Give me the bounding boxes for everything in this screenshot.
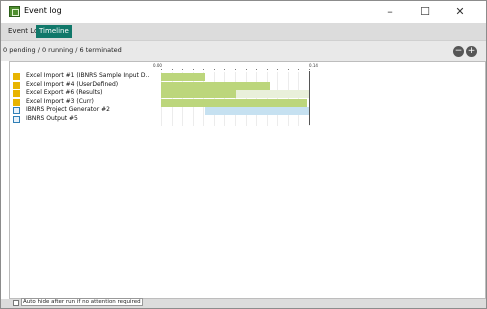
auto-hide-label[interactable]: Auto hide after run if no attention requ…: [21, 298, 143, 306]
footer-bar: Auto hide after run if no attention requ…: [1, 298, 486, 308]
timeline-bar[interactable]: [161, 90, 237, 98]
tick-label-end: 0.14: [309, 63, 318, 68]
tab-timeline[interactable]: Timeline: [36, 25, 72, 38]
task-label: Excel Import #1 (IBNRS Sample Input D...: [26, 72, 149, 79]
timeline-scale-tick: [277, 69, 279, 70]
status-bar: 0 pending / 0 running / 6 terminated − +: [1, 40, 486, 61]
generator-icon: [13, 115, 20, 123]
job-status-text: 0 pending / 0 running / 6 terminated: [3, 46, 122, 54]
timeline-scale-tick: [213, 69, 215, 70]
auto-hide-checkbox[interactable]: [13, 300, 19, 306]
timeline-scale-tick: [161, 69, 162, 70]
task-label: Excel Export #6 (Results): [26, 89, 103, 96]
timeline-scale-tick: [256, 69, 258, 70]
timeline-bar[interactable]: [161, 73, 206, 81]
timeline-scale-tick: [224, 69, 226, 70]
event-log-window: Event log – ☐ ✕ Event Log Timeline 0 pen…: [0, 0, 487, 309]
timeline-scale-tick: [245, 69, 247, 70]
timeline-chart: 0.00 0.14: [153, 62, 483, 126]
timeline-scale-tick: [203, 69, 205, 70]
task-label: Excel Import #4 (UserDefined): [26, 80, 119, 88]
timeline-scale-tick: [182, 69, 184, 70]
timeline-bar[interactable]: [205, 107, 309, 115]
excel-icon: [13, 73, 20, 80]
timeline-panel: Excel Import #1 (IBNRS Sample Input D...…: [9, 61, 486, 299]
timeline-scale-tick: [287, 69, 289, 70]
close-button[interactable]: ✕: [443, 1, 477, 23]
minimize-button[interactable]: –: [373, 1, 407, 23]
generator-icon: [13, 107, 20, 114]
timeline-bar[interactable]: [161, 98, 307, 107]
maximize-button[interactable]: ☐: [408, 1, 442, 23]
window-title: Event log: [24, 6, 62, 15]
timeline-bar[interactable]: [161, 81, 270, 90]
title-bar: Event log – ☐ ✕: [1, 1, 486, 23]
timeline-scale-tick: [235, 69, 236, 70]
timeline-scale-tick: [298, 69, 300, 70]
task-label: IBNRS Project Generator #2: [26, 106, 110, 113]
task-label: IBNRS Output #5: [26, 114, 78, 122]
timeline-scale-tick: [309, 69, 310, 70]
timeline-end-marker: [309, 71, 310, 125]
excel-icon: [13, 98, 20, 106]
excel-icon: [13, 81, 20, 89]
tick-label-start: 0.00: [153, 63, 162, 68]
zoom-in-button[interactable]: +: [466, 46, 477, 57]
timeline-scale-tick: [171, 69, 173, 70]
task-label: Excel Import #3 (Curr): [26, 97, 94, 105]
timeline-scale-tick: [266, 69, 268, 70]
timeline-scale-tick: [192, 69, 194, 70]
app-icon: [9, 6, 20, 17]
excel-icon: [13, 90, 20, 97]
zoom-out-button[interactable]: −: [453, 46, 464, 57]
tab-strip: Event Log Timeline: [1, 23, 486, 40]
